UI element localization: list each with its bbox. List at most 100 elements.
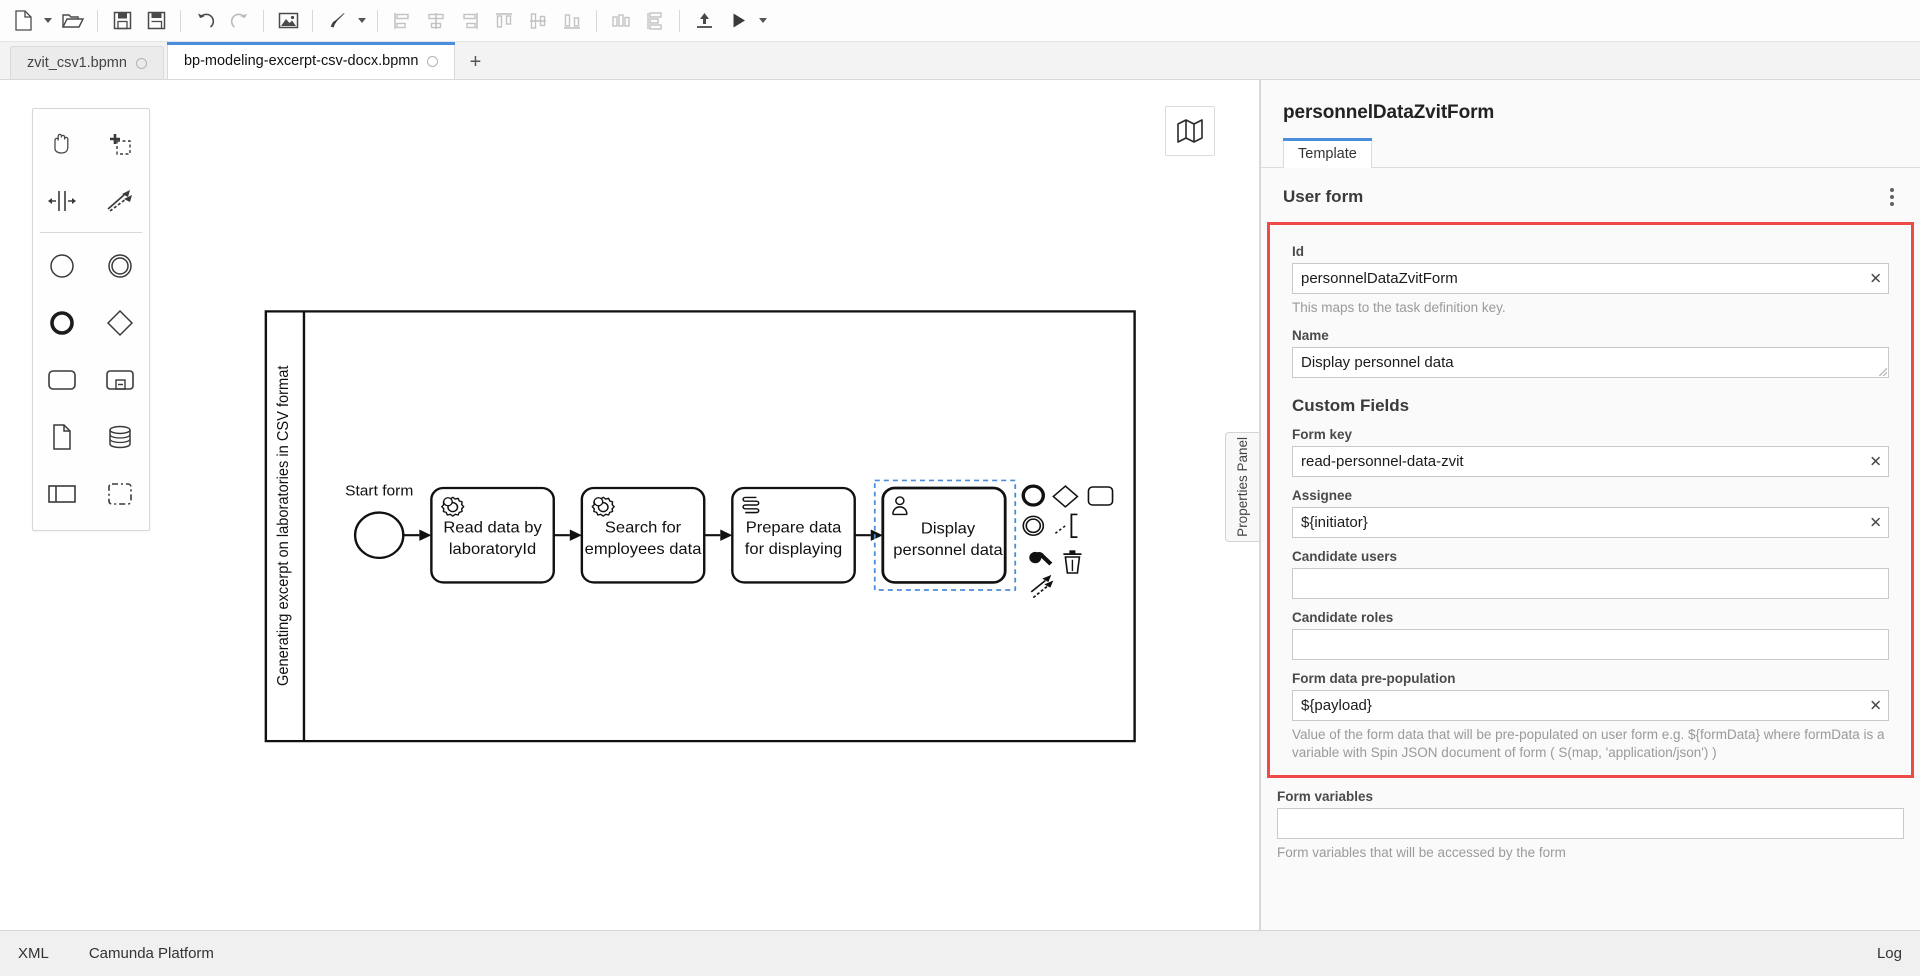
group-title: User form — [1283, 187, 1364, 206]
distribute-vertical-button[interactable] — [638, 6, 672, 36]
format-paint-button[interactable] — [320, 6, 354, 36]
tab-zvit-csv1[interactable]: zvit_csv1.bpmn — [10, 46, 164, 79]
properties-panel: personnelDataZvitForm Template User form… — [1260, 80, 1920, 930]
bpmn-task-prepare-data[interactable]: Prepare data for displaying — [731, 486, 856, 584]
tab-label: zvit_csv1.bpmn — [27, 55, 127, 71]
form-data-prepopulation-input[interactable] — [1292, 690, 1889, 722]
tab-bp-modeling-excerpt[interactable]: bp-modeling-excerpt-csv-docx.bpmn — [166, 42, 456, 79]
field-hint-id: This maps to the task definition key. — [1292, 300, 1506, 315]
tab-template[interactable]: Template — [1283, 138, 1372, 168]
distribute-horizontal-button[interactable] — [604, 6, 638, 36]
new-tab-button[interactable]: + — [458, 46, 492, 79]
assignee-input[interactable] — [1292, 507, 1889, 539]
candidate-users-input[interactable] — [1292, 568, 1889, 600]
svg-text:Display: Display — [921, 520, 975, 537]
candidate-roles-input[interactable] — [1292, 629, 1889, 661]
statusbar-xml[interactable]: XML — [18, 945, 49, 962]
align-middle-icon — [530, 12, 546, 29]
deploy-button[interactable] — [687, 6, 721, 36]
align-right-button[interactable] — [453, 6, 487, 36]
bpmn-canvas[interactable]: Generating excerpt on laboratories in CS… — [0, 80, 1260, 930]
toolbar-divider — [97, 9, 98, 32]
save-as-button[interactable] — [139, 6, 173, 36]
redo-icon — [230, 13, 247, 28]
chevron-down-icon — [44, 18, 52, 23]
chevron-down-icon — [759, 18, 767, 23]
toolbar-divider — [377, 9, 378, 32]
align-center-button[interactable] — [419, 6, 453, 36]
custom-fields-section: Custom Fields Form key ✕ Assignee ✕ Cand… — [1282, 396, 1899, 762]
toolbar-divider — [679, 9, 680, 32]
deploy-upload-icon — [696, 13, 712, 28]
svg-text:personnel data: personnel data — [893, 541, 1002, 558]
field-label-candidate-roles: Candidate roles — [1292, 610, 1394, 626]
redo-button[interactable] — [222, 6, 256, 36]
panel-tab-list: Template — [1261, 138, 1920, 168]
new-file-button[interactable] — [6, 6, 40, 36]
bpmn-pool-label: Generating excerpt on laboratories in CS… — [275, 365, 293, 686]
bpmn-start-event[interactable] — [353, 511, 405, 560]
field-label-form-key: Form key — [1292, 427, 1353, 443]
svg-text:Search for: Search for — [605, 519, 682, 536]
align-middle-button[interactable] — [521, 6, 555, 36]
open-file-button[interactable] — [56, 6, 90, 36]
toolbar-divider — [596, 9, 597, 32]
form-variables-input[interactable] — [1277, 807, 1904, 839]
undo-button[interactable] — [188, 6, 222, 36]
group-header-user-form: User form — [1261, 168, 1920, 222]
editor-body: Generating excerpt on laboratories in CS… — [0, 80, 1920, 930]
page-title: personnelDataZvitForm — [1283, 102, 1495, 123]
clear-assignee-icon[interactable]: ✕ — [1869, 515, 1882, 530]
name-resize-grip[interactable] — [1879, 368, 1887, 377]
align-left-button[interactable] — [385, 6, 419, 36]
bpmn-task-search-employees[interactable]: Search for employees data — [580, 486, 706, 584]
clear-id-icon[interactable]: ✕ — [1869, 271, 1882, 286]
tab-bar: zvit_csv1.bpmn bp-modeling-excerpt-csv-d… — [0, 42, 1920, 80]
more-vertical-icon[interactable] — [1886, 184, 1898, 210]
properties-panel-toggle-label: Properties Panel — [1235, 437, 1250, 537]
clear-form-key-icon[interactable]: ✕ — [1869, 454, 1882, 469]
play-icon — [733, 13, 745, 28]
name-input[interactable] — [1292, 347, 1889, 379]
align-top-icon — [496, 12, 512, 28]
bpmn-diagram[interactable]: Generating excerpt on laboratories in CS… — [0, 80, 1259, 930]
new-file-dropdown[interactable] — [40, 6, 56, 36]
distribute-horizontal-icon — [612, 13, 630, 27]
form-key-input[interactable] — [1292, 446, 1889, 478]
statusbar-log[interactable]: Log — [1877, 945, 1902, 962]
field-label-form-variables: Form variables — [1277, 788, 1374, 804]
id-input[interactable] — [1292, 263, 1889, 294]
status-bar: XML Camunda Platform Log — [0, 930, 1920, 976]
image-icon — [278, 12, 298, 29]
statusbar-engine[interactable]: Camunda Platform — [89, 945, 214, 962]
tab-dirty-indicator[interactable] — [427, 55, 439, 67]
bpmn-task-read-data[interactable]: Read data by laboratoryId — [430, 486, 555, 584]
align-top-button[interactable] — [487, 6, 521, 36]
app-window: zvit_csv1.bpmn bp-modeling-excerpt-csv-d… — [0, 0, 1920, 976]
tab-dirty-indicator[interactable] — [135, 57, 147, 69]
paintbrush-icon — [330, 13, 344, 28]
format-paint-dropdown[interactable] — [354, 6, 370, 36]
align-left-icon — [394, 12, 409, 29]
open-folder-icon — [62, 13, 84, 28]
custom-fields-title: Custom Fields — [1292, 396, 1410, 416]
save-button[interactable] — [105, 6, 139, 36]
align-bottom-button[interactable] — [555, 6, 589, 36]
field-label-candidate-users: Candidate users — [1292, 549, 1398, 565]
toolbar-divider — [312, 9, 313, 32]
bpmn-start-event-label: Start form — [345, 483, 413, 499]
distribute-vertical-icon — [647, 11, 662, 30]
svg-text:Prepare data: Prepare data — [746, 519, 842, 536]
export-image-button[interactable] — [271, 6, 305, 36]
bpmn-task-display-personnel[interactable]: Display personnel data — [873, 479, 1017, 591]
clear-form-data-prepopulation-icon[interactable]: ✕ — [1869, 698, 1882, 713]
start-instance-button[interactable] — [721, 6, 755, 36]
main-toolbar — [0, 0, 1920, 42]
toolbar-divider — [263, 9, 264, 32]
properties-panel-toggle[interactable]: Properties Panel — [1225, 432, 1259, 542]
toolbar-divider — [180, 9, 181, 32]
chevron-down-icon — [358, 18, 366, 23]
align-bottom-icon — [564, 13, 580, 29]
start-instance-dropdown[interactable] — [755, 6, 771, 36]
field-label-id: Id — [1292, 244, 1304, 259]
